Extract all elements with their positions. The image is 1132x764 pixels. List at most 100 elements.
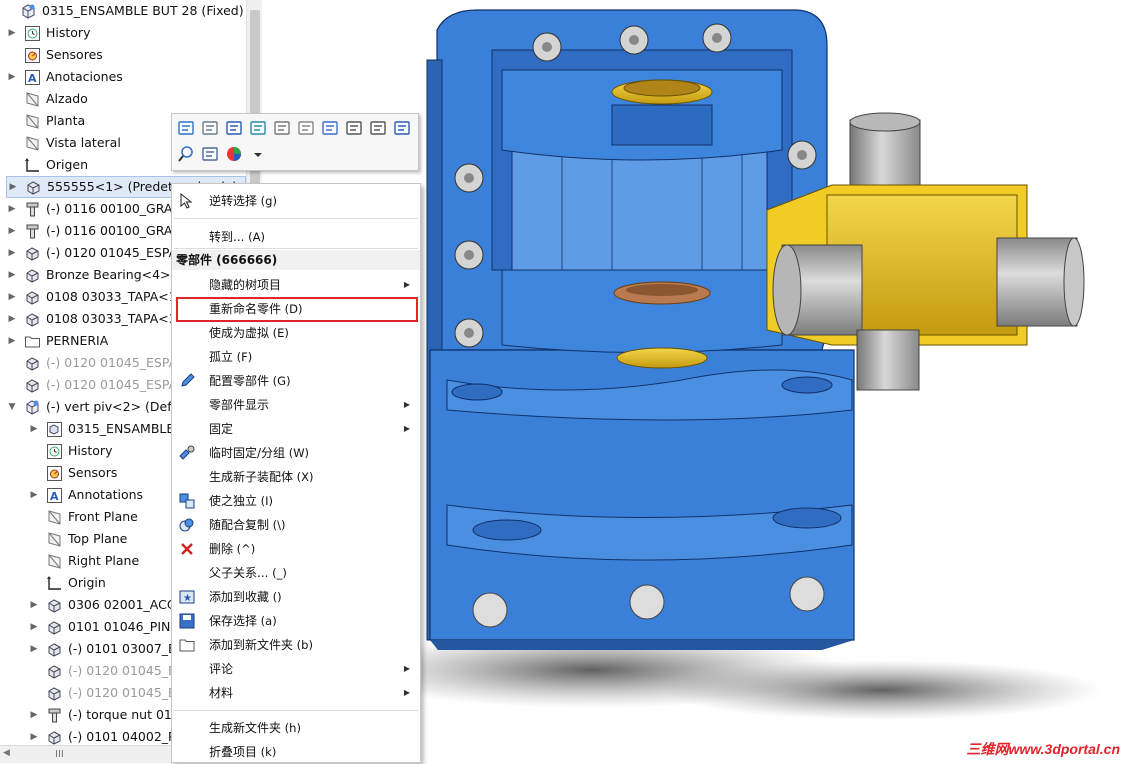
tree-item-label: Sensors xyxy=(68,465,118,480)
rename-highlight-box xyxy=(176,297,418,322)
part-icon xyxy=(46,597,63,614)
expand-toggle-icon[interactable]: ▶ xyxy=(6,22,18,44)
menu-item-11[interactable]: 生成新子装配体 (X) xyxy=(172,465,420,489)
expand-toggle-icon[interactable]: ▶ xyxy=(6,66,18,88)
appearance-icon[interactable] xyxy=(248,118,268,138)
menu-item-label: 生成新子装配体 xyxy=(209,470,294,484)
tree-item-label: (-) 0120 01045_E xyxy=(68,663,176,678)
menu-item-shortcut: (I) xyxy=(257,494,274,508)
menu-item-label: 固定 xyxy=(209,422,234,436)
expand-toggle-icon[interactable]: ▶ xyxy=(28,484,40,506)
menu-item-16[interactable]: ★ 添加到收藏 () xyxy=(172,585,420,609)
menu-item-18[interactable]: 添加到新文件夹 (b) xyxy=(172,633,420,657)
expand-toggle-icon[interactable]: ▶ xyxy=(6,198,18,220)
suppress-icon[interactable] xyxy=(296,118,316,138)
expand-toggle-icon[interactable]: ▶ xyxy=(6,242,18,264)
part-icon xyxy=(24,377,41,394)
open-part-icon[interactable] xyxy=(176,118,196,138)
menu-item-21[interactable]: 生成新文件夹 (h) xyxy=(172,716,420,740)
menu-item-label: 使成为虚拟 xyxy=(209,326,270,340)
menu-item-1[interactable]: 逆转选择 (g) xyxy=(172,189,420,213)
menu-item-9[interactable]: 固定 ▶ xyxy=(172,417,420,441)
menu-item-14[interactable]: 删除 (^) xyxy=(172,537,420,561)
origin-icon xyxy=(46,575,63,592)
tree-item[interactable]: ▶ A Anotaciones xyxy=(6,66,246,88)
tree-item-label: Right Plane xyxy=(68,553,140,568)
menu-item-10[interactable]: 临时固定/分组 (W) xyxy=(172,441,420,465)
menu-item-label: 临时固定/分组 xyxy=(209,446,286,460)
tree-item-label: (-) 0120 01045_E xyxy=(68,685,176,700)
menu-item-2[interactable]: 转到... (A) xyxy=(172,225,420,249)
expand-toggle-icon[interactable]: ▶ xyxy=(28,594,40,616)
part-icon xyxy=(25,179,42,196)
menu-item-7[interactable]: 配置零部件 (G) xyxy=(172,369,420,393)
menu-item-13[interactable]: 随配合复制 (\) xyxy=(172,513,420,537)
dropdown-icon[interactable] xyxy=(248,144,268,164)
expand-toggle-icon[interactable]: ▶ xyxy=(28,704,40,726)
properties-icon[interactable] xyxy=(392,118,412,138)
zoom-selection-icon[interactable] xyxy=(176,144,196,164)
annotation-icon: A xyxy=(24,69,41,86)
tree-item[interactable]: 0315_ENSAMBLE BUT 28 (Fixed) xyxy=(2,0,246,22)
expand-toggle-icon[interactable]: ▶ xyxy=(6,330,18,352)
color-ball-icon[interactable] xyxy=(224,144,244,164)
expand-toggle-icon[interactable]: ▶ xyxy=(6,220,18,242)
expand-toggle-icon[interactable]: ▶ xyxy=(6,286,18,308)
annotation-icon: A xyxy=(46,487,63,504)
scroll-thumb[interactable] xyxy=(250,10,260,210)
hide-icon[interactable] xyxy=(272,118,292,138)
bolt-icon xyxy=(24,201,41,218)
menu-item-15[interactable]: 父子关系... (_) xyxy=(172,561,420,585)
expand-toggle-icon[interactable]: ▶ xyxy=(6,308,18,330)
make-independent-icon xyxy=(178,492,196,510)
scroll-grip[interactable]: III xyxy=(55,749,64,760)
tree-item-label: Annotations xyxy=(68,487,144,502)
tree-item-label: (-) 0101 03007_B xyxy=(68,641,177,656)
plane-icon xyxy=(46,531,63,548)
copy-mates-icon xyxy=(178,516,196,534)
menu-item-22[interactable]: 折叠项目 (k) xyxy=(172,740,420,764)
assembly-icon xyxy=(24,399,41,416)
menu-item-6[interactable]: 孤立 (F) xyxy=(172,345,420,369)
tree-item-label: History xyxy=(46,25,91,40)
expand-toggle-icon[interactable]: ▶ xyxy=(28,638,40,660)
expand-toggle-icon[interactable]: ▼ xyxy=(6,396,18,418)
expand-toggle-icon[interactable]: ▶ xyxy=(6,264,18,286)
drawing-icon[interactable] xyxy=(224,118,244,138)
menu-item-5[interactable]: 使成为虚拟 (E) xyxy=(172,321,420,345)
rebuild-icon[interactable] xyxy=(320,118,340,138)
plane-icon xyxy=(24,91,41,108)
link-icon[interactable] xyxy=(368,118,388,138)
tree-item-label: (-) 0116 00100_GRAS xyxy=(46,223,181,238)
expand-toggle-icon[interactable]: ▶ xyxy=(7,176,19,198)
tree-item[interactable]: Alzado xyxy=(6,88,246,110)
expand-toggle-icon[interactable]: ▶ xyxy=(28,418,40,440)
tree-item-label: 0315_ENSAMBLE BUT 28 (Fixed) xyxy=(42,3,244,18)
menu-item-17[interactable]: 保存选择 (a) xyxy=(172,609,420,633)
tree-item-label: History xyxy=(68,443,113,458)
svg-text:A: A xyxy=(28,72,37,85)
expand-toggle-icon[interactable]: ▶ xyxy=(28,616,40,638)
isolate-icon[interactable] xyxy=(200,144,220,164)
tree-item-label: Planta xyxy=(46,113,86,128)
tree-item-label: (-) 0120 01045_ESPA xyxy=(46,377,178,392)
submenu-arrow-icon: ▶ xyxy=(403,664,410,673)
menu-item-label: 评论 xyxy=(209,662,234,676)
tree-item[interactable]: Sensores xyxy=(6,44,246,66)
tree-item[interactable]: ▶ History xyxy=(6,22,246,44)
menu-item-shortcut: (E) xyxy=(269,326,289,340)
folder-icon xyxy=(24,333,41,350)
menu-item-20[interactable]: 材料 ▶ xyxy=(172,681,420,705)
plane-icon xyxy=(24,113,41,130)
menu-item-3[interactable]: 隐藏的树项目 ▶ xyxy=(172,273,420,297)
svg-text:★: ★ xyxy=(183,593,192,604)
tree-item-label: Origin xyxy=(68,575,106,590)
menu-item-12[interactable]: 使之独立 (I) xyxy=(172,489,420,513)
scroll-left-icon[interactable]: ◀ xyxy=(3,748,10,758)
attachment-icon[interactable] xyxy=(344,118,364,138)
edit-feature-icon[interactable] xyxy=(200,118,220,138)
menu-item-8[interactable]: 零部件显示 ▶ xyxy=(172,393,420,417)
tree-item-label: 0108 03033_TAPA<1 xyxy=(46,289,177,304)
menu-item-19[interactable]: 评论 ▶ xyxy=(172,657,420,681)
folder-icon xyxy=(178,636,196,654)
